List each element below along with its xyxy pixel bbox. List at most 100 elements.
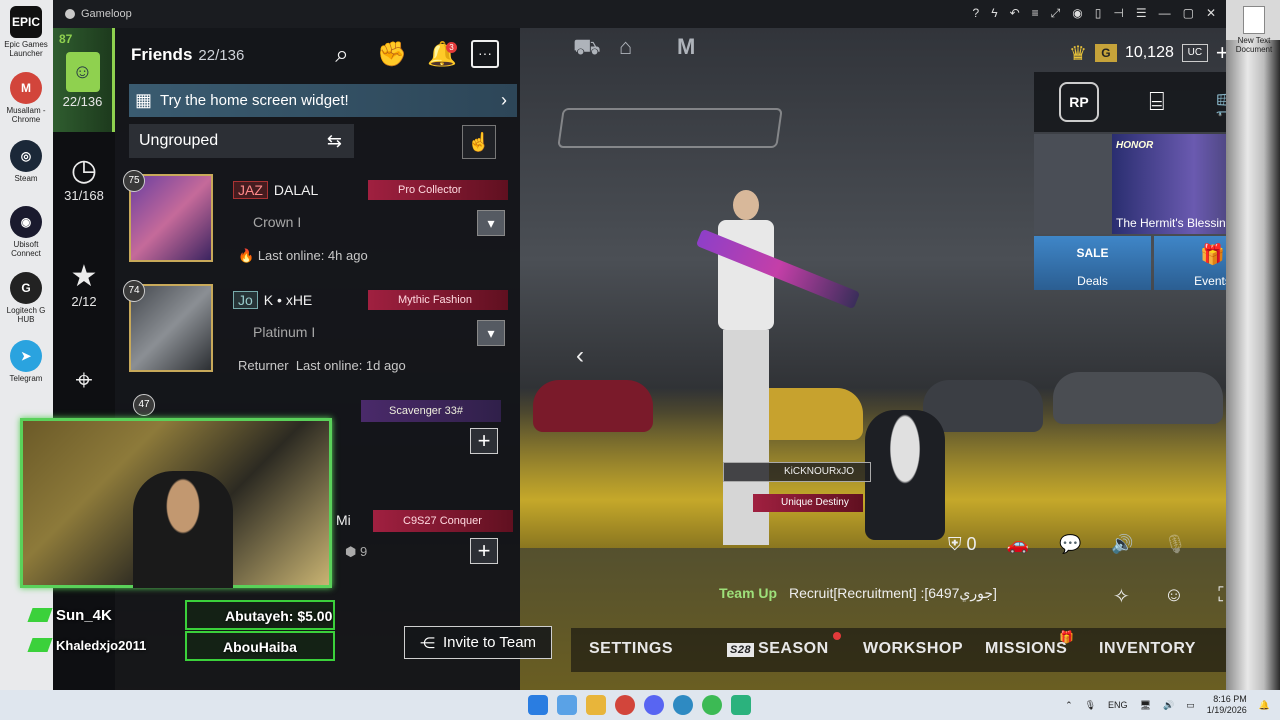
system-tray: ⌃ 🎙 ENG 🖥 🔊 ▭ 8:16 PM 1/19/2026 🔔 (1065, 690, 1270, 720)
list-item[interactable]: 75 JAZ DALAL Pro Collector Crown I 🔥 Last… (123, 170, 513, 278)
season-menu-item[interactable]: S28 SEASON (727, 640, 829, 658)
settings-sliders-icon[interactable]: ≡ (1032, 6, 1039, 21)
chrome-profile-icon[interactable] (702, 695, 722, 715)
friend-action-button[interactable]: ▾ (477, 320, 505, 346)
friend-name: JAZ DALAL (233, 181, 319, 199)
chrome-taskbar-icon[interactable] (615, 695, 635, 715)
friend-last-online: Last online: 4h ago (257, 248, 368, 263)
gameloop-taskbar-icon[interactable] (731, 695, 751, 715)
home-icon[interactable]: ⌂ (619, 34, 632, 60)
chevron-up-icon[interactable]: ⌃ (1065, 700, 1073, 711)
car-silver (1053, 372, 1223, 424)
vehicle-icon[interactable]: ⛟ (573, 34, 601, 63)
events-tile[interactable]: 🎁 Events (1154, 236, 1226, 290)
desktop-icon-chrome[interactable]: M Musallam - Chrome (3, 72, 49, 124)
m-icon[interactable]: M (677, 34, 695, 60)
promo-banner[interactable]: HONOR The Hermit's Blessing 7› (1034, 134, 1226, 234)
gamepad-icon[interactable]: ◉ (1072, 6, 1082, 21)
search-icon[interactable]: ⌕ (325, 38, 359, 72)
royale-pass-button[interactable]: RP (1059, 82, 1099, 122)
undo-icon[interactable]: ↶ (1010, 6, 1020, 21)
friend-last-online: Last online: 1d ago (295, 358, 406, 373)
pet-dog[interactable] (865, 410, 945, 540)
obs-icon[interactable] (673, 695, 693, 715)
emote-icon[interactable]: ☺ (1164, 584, 1184, 609)
task-view-icon[interactable] (557, 695, 577, 715)
add-uc-button[interactable]: + (1216, 40, 1226, 66)
gameloop-logo-icon (65, 9, 75, 19)
sidebar-item-nearby[interactable]: ⌖ (53, 364, 115, 398)
add-to-team-button[interactable]: + (470, 428, 498, 454)
car-icon[interactable]: 🚗 (1007, 534, 1029, 555)
invite-to-team-button[interactable]: ⋲ Invite to Team (404, 626, 552, 659)
friends-title: Friends (131, 45, 193, 64)
magic-wand-icon[interactable]: ✧ (1113, 584, 1130, 609)
clock-icon: ◷ (70, 154, 98, 187)
sidebar-item-favorites[interactable]: ★ 2/12 (53, 260, 115, 309)
battery-icon[interactable]: ▭ (1186, 700, 1195, 711)
discord-icon[interactable] (644, 695, 664, 715)
friend-title-badge: Scavenger 33# (361, 400, 501, 422)
microphone-tray-icon[interactable]: 🎙 (1085, 700, 1096, 711)
help-icon[interactable]: ? (973, 6, 980, 21)
shop-cart-icon[interactable]: 🛒 (1215, 87, 1226, 118)
group-selector[interactable]: Ungrouped ⇆ (129, 124, 354, 158)
maximize-button[interactable]: ▢ (1183, 6, 1194, 21)
desktop-icon-label: Epic Games Launcher (4, 40, 48, 58)
file-explorer-icon[interactable] (586, 695, 606, 715)
start-menu-icon[interactable] (528, 695, 548, 715)
location-pin-icon: ⌖ (75, 364, 93, 397)
donor-name: Sun_4K (27, 604, 112, 626)
sidebar-toggle-icon[interactable]: ▯ (1095, 6, 1102, 21)
desktop-icon-ubisoft[interactable]: ◉ Ubisoft Connect (3, 206, 49, 258)
inventory-menu-item[interactable]: INVENTORY (1099, 640, 1196, 658)
group-manage-icon[interactable]: ☝ (462, 125, 496, 159)
settings-menu-item[interactable]: SETTINGS (589, 640, 673, 658)
collapse-panel-icon[interactable]: ‹ (576, 342, 584, 370)
crate-icon[interactable]: ⌸ (1149, 86, 1165, 118)
level-badge: 47 (133, 394, 155, 416)
team-up-bar[interactable]: Team Up Recruit[Recruitment] :[6497جوري] (719, 585, 997, 602)
minimize-button[interactable]: — (1159, 6, 1171, 21)
missions-gift-icon: 🎁 (1059, 630, 1074, 644)
player-nameplate[interactable]: KiCKNOURxJO (723, 462, 871, 482)
speaker-icon[interactable]: 🔊 (1111, 534, 1133, 555)
close-button[interactable]: ✕ (1206, 6, 1216, 21)
crown-icon[interactable]: ♛ (1069, 41, 1087, 66)
notification-bell-icon[interactable]: 🔔 3 (425, 38, 459, 72)
pin-icon[interactable]: ⊣ (1113, 6, 1123, 21)
desktop-icon-steam[interactable]: ◎ Steam (3, 140, 49, 183)
deals-tile[interactable]: SALE Deals (1034, 236, 1151, 290)
add-to-team-button[interactable]: + (470, 538, 498, 564)
add-friend-icon[interactable]: ✊ (375, 38, 409, 72)
workshop-menu-item[interactable]: WORKSHOP (863, 640, 963, 658)
desktop-icon-telegram[interactable]: ➤ Telegram (3, 340, 49, 383)
microphone-icon[interactable]: 🎙 (1164, 534, 1187, 555)
sidebar-item-recent[interactable]: ◷ 31/168 (53, 154, 115, 203)
team-member-icon[interactable]: ⛨ 0 (948, 534, 977, 555)
missions-menu-item[interactable]: MISSIONS (985, 640, 1067, 658)
desktop-icon-epic-games[interactable]: EPIC Epic Games Launcher (3, 6, 49, 58)
fullscreen-icon[interactable]: ⤢ (1051, 6, 1061, 21)
ubisoft-icon: ◉ (10, 206, 42, 238)
friend-nickname: DALAL (273, 182, 319, 198)
menu-icon[interactable]: ☰ (1136, 6, 1147, 21)
list-item[interactable]: 74 Jo K • xHE Mythic Fashion Platinum I R… (123, 280, 513, 388)
screen-frame-icon[interactable]: ⛶ (1218, 584, 1226, 609)
language-indicator[interactable]: ENG (1108, 700, 1128, 710)
friend-action-button[interactable]: ▾ (477, 210, 505, 236)
sidebar-item-friends[interactable]: 87 ☺ 22/136 (53, 28, 115, 132)
chat-icon[interactable]: 💬 (1059, 534, 1081, 555)
desktop-icon-new-text-document[interactable]: New Text Document (1234, 6, 1274, 54)
volume-icon[interactable]: 🔊 (1163, 700, 1174, 711)
clock[interactable]: 8:16 PM 1/19/2026 (1207, 694, 1247, 716)
boost-icon[interactable]: ϟ (991, 6, 997, 21)
home-widget-banner[interactable]: ▦ Try the home screen widget! › (129, 84, 517, 117)
more-options-icon[interactable]: ··· (471, 40, 499, 68)
expand-up-icon[interactable]: ⌃ (1225, 640, 1226, 661)
friend-nickname: K • xHE (263, 292, 313, 308)
desktop-icon-logitech[interactable]: G Logitech G HUB (3, 272, 49, 324)
network-icon[interactable]: 🖥 (1140, 700, 1151, 711)
notification-icon[interactable]: 🔔 (1259, 700, 1270, 711)
season-tag: S28 (727, 643, 755, 657)
